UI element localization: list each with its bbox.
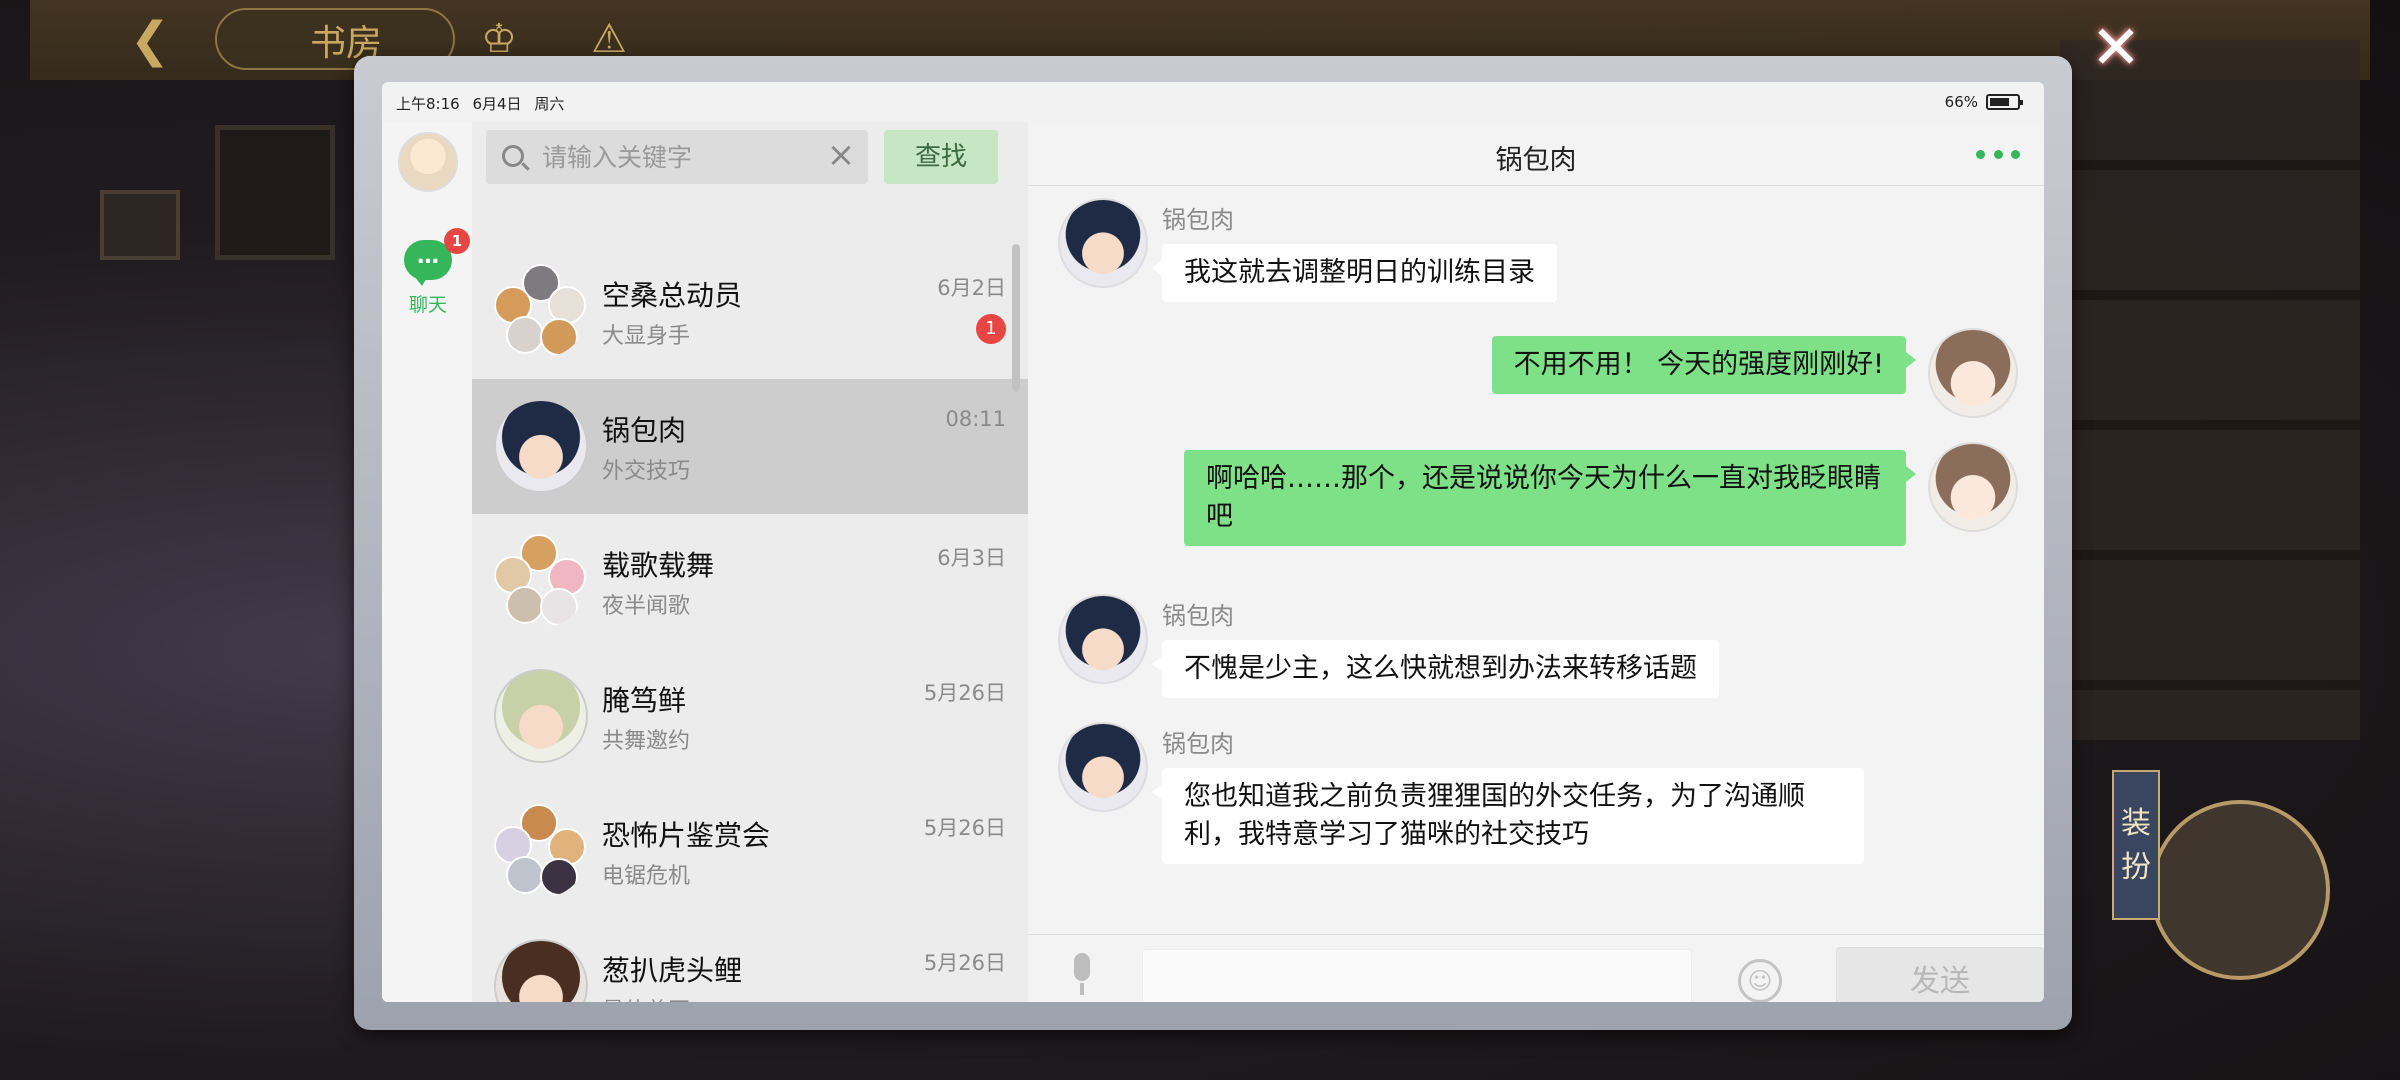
chat-bubble-icon: … 1 bbox=[404, 228, 470, 286]
search-button[interactable]: 查找 bbox=[884, 130, 998, 184]
bookshelf bbox=[2060, 40, 2360, 740]
avatar bbox=[494, 939, 588, 1002]
message-input-bar: ☺ 发送 bbox=[1028, 934, 2044, 1002]
message-sender: 锅包肉 bbox=[1162, 206, 1234, 234]
conversation-name: 载歌载舞 bbox=[602, 549, 715, 582]
search-icon bbox=[502, 145, 524, 167]
status-bar: 上午8:16 6月4日 周六 66% bbox=[382, 82, 2044, 122]
chat-unread-badge: 1 bbox=[444, 228, 470, 254]
more-icon[interactable] bbox=[1976, 144, 2020, 164]
mic-icon[interactable] bbox=[1068, 953, 1096, 997]
list-item[interactable]: 葱扒虎头鲤 最佳兽医 5月26日 bbox=[472, 919, 1028, 1002]
battery-percent: 66% bbox=[1944, 93, 1978, 111]
status-datetime: 上午8:16 6月4日 周六 bbox=[396, 93, 572, 114]
send-button[interactable]: 发送 bbox=[1836, 947, 2044, 1002]
message-bubble: 您也知道我之前负责狸狸国的外交任务，为了沟通顺利，我特意学习了猫咪的社交技巧 bbox=[1152, 768, 1864, 864]
emoji-icon[interactable]: ☺ bbox=[1738, 959, 1782, 1002]
avatar[interactable] bbox=[1058, 594, 1148, 684]
conversation-time: 5月26日 bbox=[923, 951, 1006, 975]
nav-item-chat[interactable]: … 1 聊天 bbox=[398, 228, 470, 317]
tablet-screen: 上午8:16 6月4日 周六 66% … 1 聊天 × 查找 bbox=[382, 82, 2044, 1002]
avatar[interactable] bbox=[1928, 442, 2018, 532]
message-input[interactable] bbox=[1142, 949, 1692, 1002]
group-avatar bbox=[494, 264, 588, 358]
conversation-time: 5月26日 bbox=[923, 681, 1006, 705]
conversation-name: 葱扒虎头鲤 bbox=[602, 954, 743, 987]
search-input[interactable] bbox=[542, 140, 822, 174]
list-scrollbar[interactable] bbox=[1012, 244, 1020, 392]
nav-item-chat-label: 聊天 bbox=[408, 294, 447, 316]
status-weekday: 周六 bbox=[534, 95, 565, 113]
list-item[interactable]: 锅包肉 外交技巧 08:11 bbox=[472, 379, 1028, 514]
conversation-subtitle: 外交技巧 bbox=[602, 459, 691, 484]
message-sender: 锅包肉 bbox=[1162, 602, 1234, 630]
conversation-subtitle: 最佳兽医 bbox=[602, 993, 690, 1002]
chat-title: 锅包肉 bbox=[1495, 145, 1577, 176]
conversation-time: 6月2日 bbox=[937, 276, 1006, 300]
avatar[interactable] bbox=[1058, 722, 1148, 812]
costume-mirror-icon[interactable] bbox=[2150, 800, 2330, 980]
list-item[interactable]: 腌笃鲜 共舞邀约 5月26日 bbox=[472, 649, 1028, 784]
message-bubble: 不用不用！ 今天的强度刚刚好! bbox=[1491, 336, 1917, 394]
conversation-name: 锅包肉 bbox=[602, 414, 687, 447]
conversation-subtitle: 电锯危机 bbox=[602, 864, 691, 889]
avatar[interactable] bbox=[1928, 328, 2018, 418]
chat-pane: 锅包肉 锅包肉 我这就去调整明日的训练目录 不用不用！ 今天的强度刚刚好! 啊哈… bbox=[1028, 122, 2044, 1002]
nav-rail: … 1 聊天 bbox=[382, 122, 472, 1002]
close-icon[interactable]: ✕ bbox=[2088, 18, 2144, 78]
conversation-time: 5月26日 bbox=[923, 816, 1006, 840]
unread-badge: 1 bbox=[976, 314, 1006, 344]
status-time: 上午8:16 bbox=[396, 95, 460, 113]
conversation-name: 腌笃鲜 bbox=[602, 684, 687, 717]
conversation-list-pane: × 查找 空桑总动员 大显身手 6月2日 1 锅包肉 bbox=[472, 122, 1028, 1002]
conversation-time: 08:11 bbox=[945, 407, 1006, 431]
conversation-list: 空桑总动员 大显身手 6月2日 1 锅包肉 外交技巧 08:11 载歌载舞 夜半… bbox=[472, 244, 1028, 1002]
avatar[interactable] bbox=[1058, 198, 1148, 288]
wall-frame bbox=[100, 190, 180, 260]
avatar bbox=[494, 399, 588, 493]
avatar[interactable] bbox=[398, 132, 458, 192]
conversation-subtitle: 夜半闻歌 bbox=[602, 594, 691, 619]
list-item[interactable]: 空桑总动员 大显身手 6月2日 1 bbox=[472, 244, 1028, 379]
conversation-time: 6月3日 bbox=[937, 546, 1006, 570]
search-box: × bbox=[486, 130, 868, 184]
clear-icon[interactable]: × bbox=[824, 138, 858, 172]
back-arrow-icon[interactable]: ❮ bbox=[120, 12, 180, 68]
conversation-name: 恐怖片鉴赏会 bbox=[602, 819, 771, 852]
conversation-name: 空桑总动员 bbox=[602, 279, 743, 312]
message-bubble: 不愧是少主，这么快就想到办法来转移话题 bbox=[1152, 640, 1719, 698]
message-bubble: 啊哈哈……那个，还是说说你今天为什么一直对我眨眼睛吧 bbox=[1184, 450, 1916, 546]
avatar bbox=[494, 669, 588, 763]
message-sender: 锅包肉 bbox=[1162, 730, 1234, 758]
group-avatar bbox=[494, 534, 588, 628]
battery-icon bbox=[1986, 94, 2023, 110]
list-item[interactable]: 恐怖片鉴赏会 电锯危机 5月26日 bbox=[472, 784, 1028, 919]
wall-picture bbox=[215, 125, 335, 260]
chat-header: 锅包肉 bbox=[1028, 122, 2044, 186]
status-battery: 66% bbox=[1944, 93, 2023, 111]
message-bubble: 我这就去调整明日的训练目录 bbox=[1152, 244, 1557, 302]
list-item[interactable]: 载歌载舞 夜半闻歌 6月3日 bbox=[472, 514, 1028, 649]
conversation-subtitle: 共舞邀约 bbox=[602, 729, 691, 754]
status-date: 6月4日 bbox=[472, 95, 522, 113]
conversation-subtitle: 大显身手 bbox=[602, 324, 691, 349]
message-list: 锅包肉 我这就去调整明日的训练目录 不用不用！ 今天的强度刚刚好! 啊哈哈……那… bbox=[1028, 186, 2044, 934]
group-avatar bbox=[494, 804, 588, 898]
costume-button[interactable]: 装扮 bbox=[2112, 770, 2160, 920]
